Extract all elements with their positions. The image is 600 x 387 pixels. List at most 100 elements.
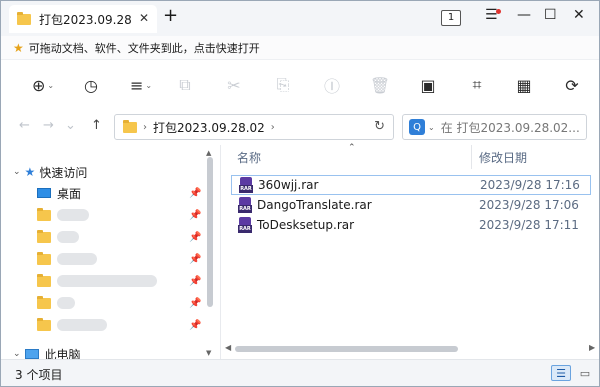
folder-icon	[37, 295, 51, 309]
pin-icon[interactable]: 📌	[189, 188, 201, 199]
delete-icon[interactable]: 🗑	[368, 73, 392, 97]
breadcrumb-separator: ›	[270, 121, 275, 133]
file-date: 2023/9/28 17:06	[479, 198, 579, 212]
calculator-icon[interactable]: ▦	[512, 73, 536, 97]
breadcrumb-separator: ›	[143, 121, 147, 133]
forward-button[interactable]: →	[43, 118, 54, 133]
quick-open-hint-bar: ★ 可拖动文档、软件、文件夹到此，点击快速打开	[1, 36, 599, 60]
copy-icon[interactable]: ⧉	[173, 73, 197, 97]
file-row[interactable]: RAR DangoTranslate.rar 2023/9/28 17:06	[231, 195, 591, 215]
navigation-pane: ⌄ ★ 快速访问 桌面 📌 📌 📌 📌 📌 📌 📌 ⌄ 此电脑 ▲ ▼	[1, 149, 218, 362]
scroll-right-arrow[interactable]: ▶	[589, 343, 595, 352]
pin-icon[interactable]: 📌	[189, 254, 201, 265]
scroll-down-arrow[interactable]: ▼	[206, 349, 211, 357]
file-row[interactable]: RAR 360wjj.rar 2023/9/28 17:16	[231, 175, 591, 195]
title-bar: 打包2023.09.28.0 ✕ + 1 ☰ — ☐ ✕	[1, 1, 599, 36]
file-list: ⌃ 名称 修改日期 RAR 360wjj.rar 2023/9/28 17:16…	[223, 143, 599, 359]
scroll-thumb[interactable]	[235, 346, 458, 352]
window-count-badge[interactable]: 1	[441, 10, 461, 26]
tab-current-folder[interactable]: 打包2023.09.28.0 ✕	[9, 5, 157, 33]
new-tab-button[interactable]: +	[163, 7, 178, 25]
tab-close-icon[interactable]: ✕	[139, 11, 149, 25]
nav-label-quick-access: 快速访问	[39, 165, 88, 180]
expand-icon[interactable]: ⌄	[13, 349, 21, 359]
folder-icon	[17, 11, 31, 25]
new-icon[interactable]: ⊕ ⌄	[31, 73, 55, 97]
blurred-label	[57, 275, 157, 287]
scroll-up-arrow[interactable]: ▲	[206, 149, 211, 157]
sort-ascending-icon: ⌃	[348, 143, 356, 153]
recent-locations-button[interactable]: ⌄	[65, 118, 76, 133]
file-name: DangoTranslate.rar	[257, 198, 372, 212]
refresh-app-icon[interactable]: ⟳	[560, 73, 584, 97]
expand-icon[interactable]: ⌄	[13, 167, 21, 177]
column-separator[interactable]	[471, 145, 472, 169]
close-button[interactable]: ✕	[573, 7, 585, 23]
blurred-label	[57, 209, 89, 221]
nav-item-blurred[interactable]: 📌	[1, 270, 218, 292]
desktop-icon	[37, 188, 51, 198]
file-row[interactable]: RAR ToDesksetup.rar 2023/9/28 17:11	[231, 215, 591, 235]
nav-item-blurred[interactable]: 📌	[1, 314, 218, 336]
breadcrumb-segment[interactable]: 打包2023.09.28.02	[153, 119, 265, 136]
cut-icon[interactable]: ✂	[222, 73, 246, 97]
paste-icon[interactable]: ⎘	[271, 73, 295, 97]
folder-icon	[37, 207, 51, 221]
search-placeholder[interactable]: 在 打包2023.09.28.02...	[441, 119, 580, 136]
column-header-date[interactable]: 修改日期	[479, 149, 527, 166]
scroll-thumb[interactable]	[207, 157, 213, 307]
pin-icon[interactable]: 📌	[189, 232, 201, 243]
nav-label-desktop: 桌面	[57, 186, 82, 201]
folder-icon	[37, 251, 51, 265]
computer-icon	[24, 349, 39, 359]
folder-icon	[37, 229, 51, 243]
nav-item-quick-access[interactable]: ⌄ ★ 快速访问	[1, 161, 218, 183]
folder-icon	[37, 317, 51, 331]
file-name: 360wjj.rar	[258, 178, 319, 192]
pin-icon[interactable]: 📌	[189, 276, 201, 287]
nav-item-blurred[interactable]: 📌	[1, 226, 218, 248]
search-icon[interactable]: Q	[409, 119, 425, 135]
refresh-icon[interactable]: ↻	[374, 119, 385, 134]
large-icons-view-button[interactable]: ▭	[575, 365, 595, 381]
column-header-row: ⌃ 名称 修改日期	[223, 143, 599, 169]
up-button[interactable]: ↑	[91, 118, 102, 133]
nav-item-blurred[interactable]: 📌	[1, 204, 218, 226]
nav-item-desktop[interactable]: 桌面 📌	[1, 182, 218, 204]
hint-text: 可拖动文档、软件、文件夹到此，点击快速打开	[28, 41, 260, 55]
pane-divider[interactable]	[220, 145, 221, 359]
pin-icon[interactable]: 📌	[189, 298, 201, 309]
search-box[interactable]: Q ⌄ 在 打包2023.09.28.02...	[402, 114, 587, 140]
blurred-label	[57, 297, 75, 309]
search-scope-dropdown[interactable]: ⌄	[428, 123, 435, 132]
nav-item-blurred[interactable]: 📌	[1, 292, 218, 314]
status-bar: 3 个项目 ☰ ▭	[1, 359, 599, 386]
toolbar: ⊕ ⌄ ◷ ≡ ⌄ ⧉ ✂ ⎘ Ⓘ 🗑 ▣ ⌗ ▦ ⟳	[1, 61, 599, 109]
item-count: 3 个项目	[15, 367, 63, 382]
horizontal-scrollbar[interactable]: ◀ ▶	[223, 343, 599, 355]
address-bar[interactable]: › 打包2023.09.28.02 › ↻	[114, 114, 394, 140]
details-view-button[interactable]: ☰	[551, 365, 571, 381]
tab-title: 打包2023.09.28.0	[39, 12, 131, 27]
blurred-label	[57, 231, 79, 243]
rar-archive-icon: RAR	[237, 197, 253, 213]
address-row: ← → ⌄ ↑ › 打包2023.09.28.02 › ↻ Q ⌄ 在 打包20…	[1, 109, 599, 145]
column-header-name[interactable]: 名称	[237, 149, 261, 166]
pin-icon[interactable]: 📌	[189, 320, 201, 331]
history-icon[interactable]: ◷	[79, 73, 103, 97]
add-window-icon[interactable]: ▣	[416, 73, 440, 97]
pin-icon[interactable]: 📌	[189, 210, 201, 221]
minimize-button[interactable]: —	[517, 7, 531, 23]
nav-item-blurred[interactable]: 📌	[1, 248, 218, 270]
explorer-window: 打包2023.09.28.0 ✕ + 1 ☰ — ☐ ✕ ★ 可拖动文档、软件、…	[0, 0, 600, 387]
crop-icon[interactable]: ⌗	[465, 73, 489, 97]
maximize-button[interactable]: ☐	[544, 7, 557, 23]
back-button[interactable]: ←	[19, 118, 30, 133]
file-name: ToDesksetup.rar	[257, 218, 355, 232]
scroll-left-arrow[interactable]: ◀	[225, 343, 231, 352]
star-icon: ★	[24, 165, 36, 179]
blurred-label	[57, 319, 107, 331]
view-icon[interactable]: ≡ ⌄	[129, 73, 153, 97]
rename-icon[interactable]: Ⓘ	[320, 73, 344, 97]
nav-scrollbar[interactable]: ▲ ▼	[204, 149, 216, 359]
